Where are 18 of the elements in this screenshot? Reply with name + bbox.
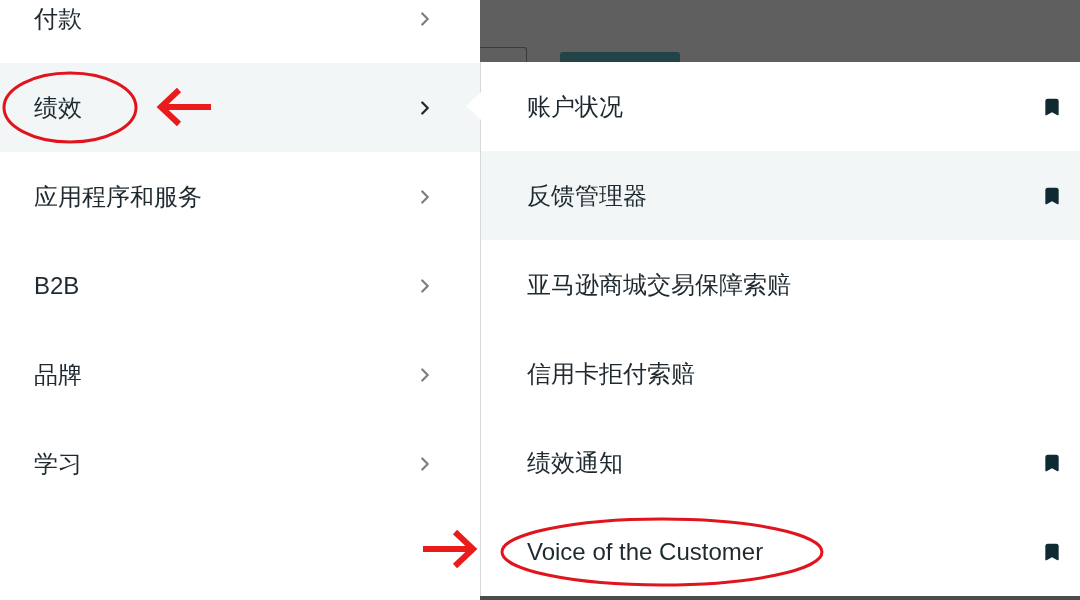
menu-item-label: 应用程序和服务 [34, 181, 202, 212]
menu-item-label: 品牌 [34, 359, 82, 390]
submenu-item[interactable]: 反馈管理器 [481, 151, 1080, 240]
bookmark-icon[interactable] [1042, 452, 1062, 473]
bookmark-icon[interactable] [1042, 185, 1062, 206]
menu-item[interactable]: 绩效 [0, 63, 480, 152]
submenu-item-label: 信用卡拒付索赔 [527, 358, 695, 389]
menu-item-label: B2B [34, 271, 80, 300]
bookmark-icon[interactable] [1042, 96, 1062, 117]
submenu-item-label: 亚马逊商城交易保障索赔 [527, 269, 791, 300]
submenu-item-label: 绩效通知 [527, 447, 623, 478]
submenu-item-label: 反馈管理器 [527, 180, 647, 211]
menu-item-label: 学习 [34, 448, 82, 479]
submenu-item-label: 账户状况 [527, 91, 623, 122]
submenu-item-label: Voice of the Customer [527, 537, 764, 566]
menu-item-label: 绩效 [34, 92, 82, 123]
bookmark-icon[interactable] [1042, 541, 1062, 562]
menu-item-label: 付款 [34, 3, 82, 34]
